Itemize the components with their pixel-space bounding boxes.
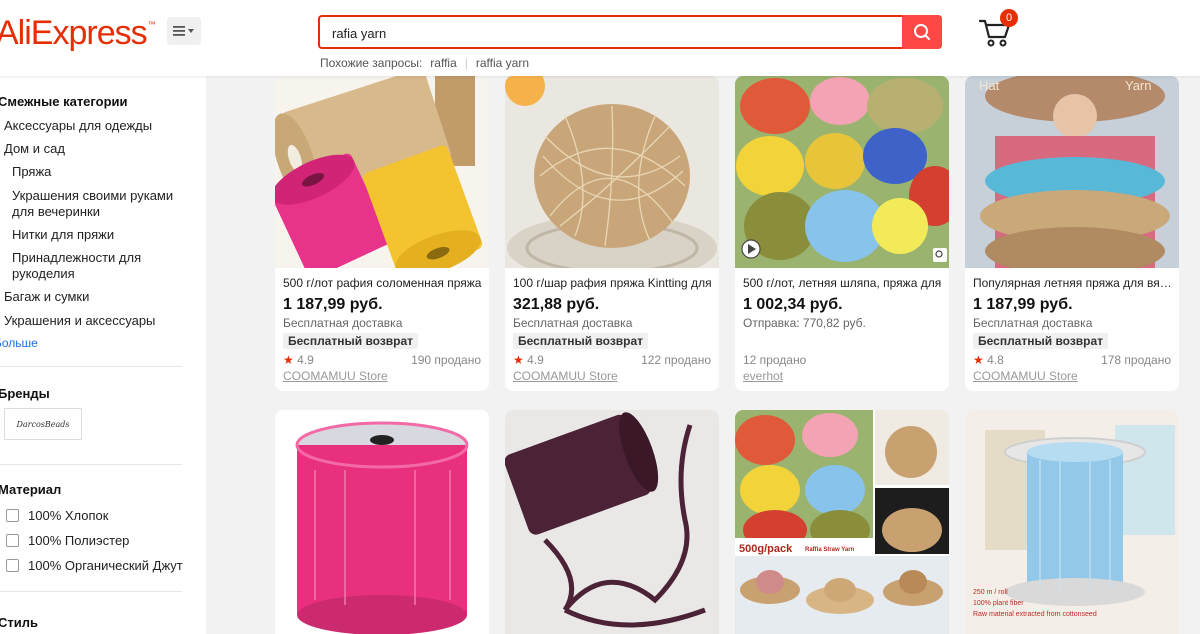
category-link[interactable]: Аксессуары для одежды (4, 118, 152, 134)
material-checkbox[interactable] (6, 509, 19, 522)
category-link[interactable]: Украшения и аксессуары (4, 313, 155, 329)
sold-count: 122 продано (641, 353, 711, 367)
brand-logo[interactable]: DarcosBeads (4, 408, 82, 440)
svg-text:Hat: Hat (979, 78, 1000, 93)
free-return-badge: Бесплатный возврат (973, 333, 1109, 349)
material-option-label[interactable]: 100% Органический Джут (28, 558, 183, 574)
product-card[interactable]: 100 г/шар рафия пряжа Kintting для 321,8… (505, 76, 719, 391)
material-title: Материал (0, 482, 62, 497)
divider (0, 591, 182, 592)
product-card[interactable]: 500g/pack Raffia Straw Yarn (735, 410, 949, 634)
categories-menu-button[interactable] (167, 17, 201, 45)
product-image[interactable]: 250 m / roll 100% plant fiber Raw materi… (965, 410, 1179, 634)
product-image[interactable] (505, 410, 719, 634)
filter-sidebar: Смежные категории Аксессуары для одежды … (0, 76, 206, 634)
product-image[interactable] (505, 76, 719, 268)
free-return-badge: Бесплатный возврат (283, 333, 419, 349)
related-searches-label: Похожие запросы: (320, 56, 423, 70)
related-searches: Похожие запросы: raffia | raffia yarn (320, 56, 529, 70)
sold-count: 190 продано (411, 353, 481, 367)
material-option-label[interactable]: 100% Хлопок (28, 508, 108, 524)
star-icon: ★ (513, 353, 524, 367)
free-return-badge: Бесплатный возврат (513, 333, 649, 349)
product-title[interactable]: 500 г/лот, летняя шляпа, пряжа для (743, 276, 943, 290)
search-button[interactable] (902, 15, 942, 49)
shipping-info: Бесплатная доставка (973, 316, 1093, 330)
related-search-link[interactable]: raffia (430, 56, 456, 70)
svg-text:Raw material extracted from co: Raw material extracted from cottonseed (973, 611, 1097, 618)
header: AliExpress™ Похожие запросы: raffia | ra… (0, 0, 1200, 76)
category-link[interactable]: Дом и сад (4, 141, 65, 157)
category-link[interactable]: Украшения своими руками для вечеринки (12, 188, 192, 220)
sold-count: 12 продано (743, 353, 807, 367)
product-card[interactable]: Hat Yarn Популярная летняя пряжа для вяз… (965, 76, 1179, 391)
category-link[interactable]: Багаж и сумки (4, 289, 89, 305)
search-icon (914, 24, 930, 40)
svg-text:Yarn: Yarn (1125, 78, 1152, 93)
search-box (318, 15, 942, 49)
product-image[interactable]: Hat Yarn (965, 76, 1179, 268)
shipping-info: Бесплатная доставка (283, 316, 403, 330)
category-link[interactable]: Нитки для пряжи (12, 227, 114, 243)
material-checkbox[interactable] (6, 534, 19, 547)
product-image[interactable] (275, 410, 489, 634)
product-title[interactable]: 100 г/шар рафия пряжа Kintting для (513, 276, 713, 290)
cart-count-badge: 0 (1000, 9, 1018, 27)
search-input[interactable] (330, 23, 894, 43)
product-price: 1 187,99 руб. (283, 296, 383, 313)
material-checkbox[interactable] (6, 559, 19, 572)
svg-text:500g/pack: 500g/pack (739, 543, 793, 555)
product-title[interactable]: 500 г/лот рафия соломенная пряжа (283, 276, 483, 290)
brands-title: Бренды (0, 386, 50, 401)
product-card[interactable] (275, 410, 489, 634)
divider (0, 464, 182, 465)
material-option-label[interactable]: 100% Полиэстер (28, 533, 129, 549)
shipping-info: Бесплатная доставка (513, 316, 633, 330)
product-price: 321,88 руб. (513, 296, 600, 313)
category-link[interactable]: Принадлежности для рукоделия (12, 250, 172, 282)
product-image[interactable] (275, 76, 489, 268)
product-price: 1 187,99 руб. (973, 296, 1073, 313)
category-link[interactable]: Пряжа (12, 164, 51, 180)
svg-text:100% plant fiber: 100% plant fiber (973, 600, 1024, 607)
product-card[interactable] (505, 410, 719, 634)
product-card[interactable]: 250 m / roll 100% plant fiber Raw materi… (965, 410, 1179, 634)
product-rating: ★ 4.8 (973, 353, 1004, 367)
show-more-link[interactable]: Больше (0, 336, 38, 350)
product-card[interactable]: 500 г/лот, летняя шляпа, пряжа для 1 002… (735, 76, 949, 391)
svg-text:Raffia Straw Yarn: Raffia Straw Yarn (805, 547, 855, 553)
store-link[interactable]: everhot (743, 369, 783, 383)
style-title: Стиль (0, 615, 38, 630)
sold-count: 178 продано (1101, 353, 1171, 367)
divider (0, 366, 182, 367)
star-icon: ★ (973, 353, 984, 367)
related-categories-title: Смежные категории (0, 94, 128, 109)
store-link[interactable]: COOMAMUU Store (513, 369, 618, 383)
related-search-link[interactable]: raffia yarn (476, 56, 529, 70)
store-link[interactable]: COOMAMUU Store (973, 369, 1078, 383)
product-card[interactable]: 500 г/лот рафия соломенная пряжа 1 187,9… (275, 76, 489, 391)
menu-icon (173, 26, 194, 36)
product-image[interactable]: 500g/pack Raffia Straw Yarn (735, 410, 949, 634)
shipping-info: Отправка: 770,82 руб. (743, 316, 866, 330)
svg-text:250 m / roll: 250 m / roll (973, 589, 1008, 596)
divider: | (464, 56, 468, 70)
product-title[interactable]: Популярная летняя пряжа для вязания (973, 276, 1173, 290)
star-icon: ★ (283, 353, 294, 367)
product-price: 1 002,34 руб. (743, 296, 843, 313)
product-image[interactable] (735, 76, 949, 268)
store-link[interactable]: COOMAMUU Store (283, 369, 388, 383)
product-rating: ★ 4.9 (513, 353, 544, 367)
product-rating: ★ 4.9 (283, 353, 314, 367)
aliexpress-logo[interactable]: AliExpress™ (0, 14, 156, 53)
